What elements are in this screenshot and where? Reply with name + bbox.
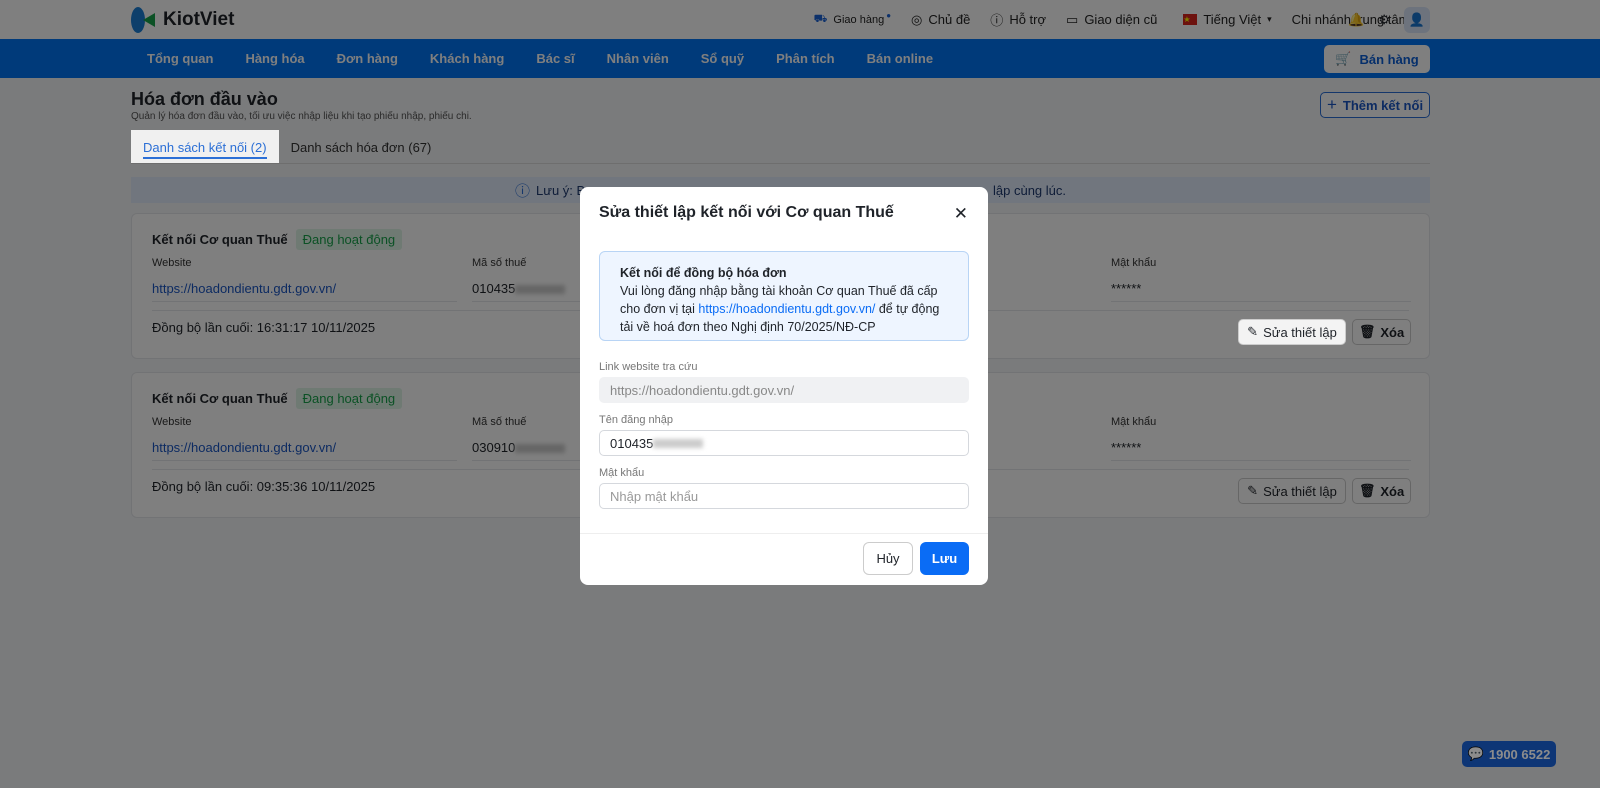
password-placeholder: Nhập mật khẩu xyxy=(610,488,699,504)
username-value: 010435 xyxy=(610,435,654,451)
hotline-number: 1900 6522 xyxy=(1488,746,1551,762)
link-label: Link website tra cứu xyxy=(599,361,698,373)
info-box: Kết nối để đồng bộ hóa đơn Vui lòng đăng… xyxy=(599,251,969,341)
save-button[interactable]: Lưu xyxy=(920,542,969,575)
hotline-button[interactable]: 💬 1900 6522 xyxy=(1462,741,1556,767)
username-label: Tên đăng nhập xyxy=(599,414,674,426)
info-link[interactable]: https://hoadondientu.gdt.gov.vn/ xyxy=(698,302,875,316)
link-input: https://hoadondientu.gdt.gov.vn/ xyxy=(599,377,969,403)
close-icon[interactable]: ✕ xyxy=(954,204,968,224)
edit-label: Sửa thiết lập xyxy=(1263,324,1337,340)
password-field-label: Mật khẩu xyxy=(599,467,645,479)
edit-connection-modal: Sửa thiết lập kết nối với Cơ quan Thuế ✕… xyxy=(580,187,988,585)
modal-title: Sửa thiết lập kết nối với Cơ quan Thuế xyxy=(599,204,894,221)
info-title: Kết nối để đồng bộ hóa đơn xyxy=(620,266,787,280)
password-input[interactable]: Nhập mật khẩu xyxy=(599,483,969,509)
edit-settings-button[interactable]: ✎ Sửa thiết lập xyxy=(1238,319,1346,345)
chat-icon: 💬 xyxy=(1467,746,1484,761)
link-value: https://hoadondientu.gdt.gov.vn/ xyxy=(610,382,795,398)
redacted-mask xyxy=(653,438,704,448)
tab-connections[interactable]: Danh sách kết nối (2) xyxy=(131,130,279,163)
username-input[interactable]: 010435 xyxy=(599,430,969,456)
cancel-button[interactable]: Hủy xyxy=(863,542,913,575)
pencil-icon: ✎ xyxy=(1247,324,1259,339)
modal-footer-divider xyxy=(580,533,988,534)
